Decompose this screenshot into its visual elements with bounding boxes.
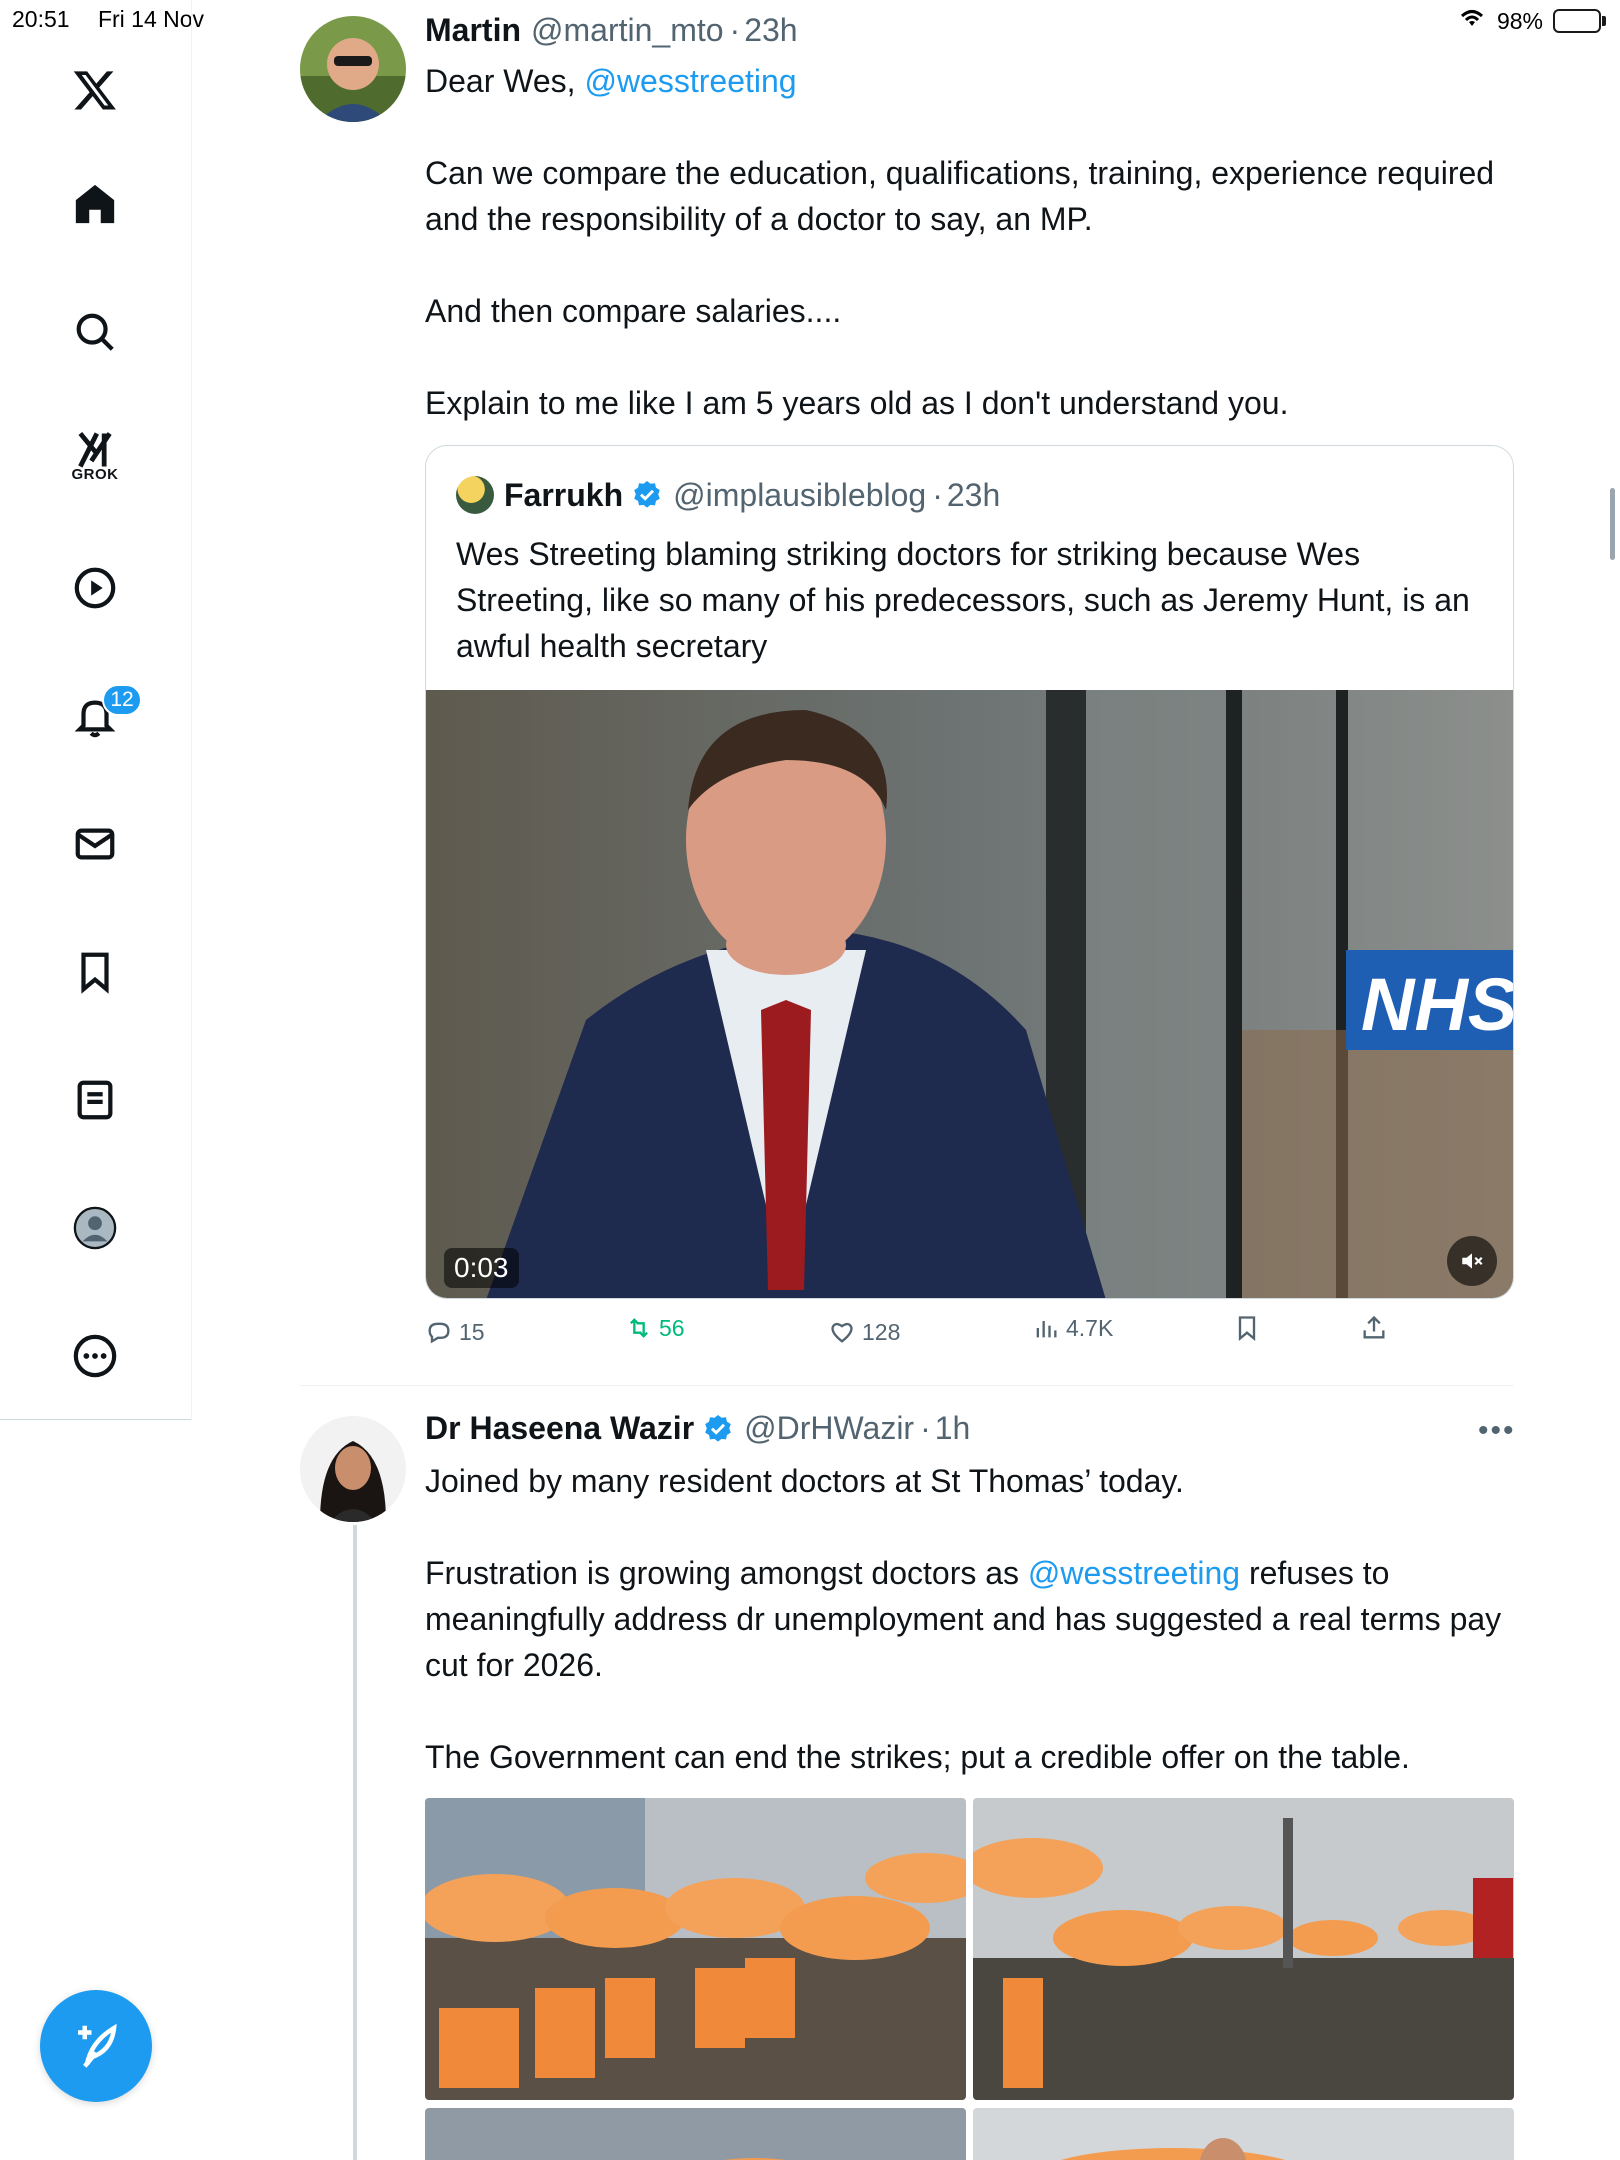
speaker-muted-icon [1462,1253,1483,1269]
views-button[interactable]: 4.7K [1032,1314,1113,1342]
bookmark-button[interactable] [1233,1314,1261,1342]
reply-button[interactable]: 15 [425,1318,485,1346]
battery-percent: 98% [1496,7,1543,34]
author-avatar-martin[interactable] [300,16,406,122]
photo-1[interactable] [425,1798,966,2100]
repost-button[interactable]: 56 [625,1314,685,1342]
tweet1-author-name[interactable]: Martin [425,12,521,49]
tweet2-author-handle[interactable]: @DrHWazir [744,1410,914,1447]
repost-arrows-icon [630,1318,648,1338]
quoted-author-handle[interactable]: @implausibleblog [673,477,926,514]
tweet2-paragraph-3: The Government can end the strikes; put … [425,1739,1410,1775]
heart-icon [831,1322,853,1343]
tweet2-separator: · [920,1410,931,1446]
repost-count: 56 [659,1314,685,1341]
tweet1-separator: · [729,12,741,48]
tweet1-paragraph-2: And then compare salaries.... [425,293,842,329]
photo-2[interactable] [973,1798,1514,2100]
tweet1-header: Martin @martin_mto · 23h [425,12,798,49]
quoted-time[interactable]: 23h [947,477,1000,514]
photo-4[interactable] [973,2108,1514,2160]
quoted-tweet-header: Farrukh @implausibleblog · 23h [456,476,1000,514]
tweet1-actions: 15 56 128 4.7K [425,1315,1525,1358]
tweet2-time[interactable]: 1h [935,1410,971,1447]
tweet1-time[interactable]: 23h [744,12,797,49]
tweet1-author-handle[interactable]: @martin_mto [531,12,724,49]
video-frame: NHS [426,690,1514,1298]
tweet-divider [300,1385,1514,1386]
bookmark-icon [1238,1316,1256,1341]
nhs-sign: NHS [1361,963,1514,1046]
wifi-icon [1457,6,1487,36]
tweet2-photo-grid [425,1798,1514,2160]
tweet1-paragraph-3: Explain to me like I am 5 years old as I… [425,385,1289,421]
views-count: 4.7K [1066,1314,1114,1341]
photo-3[interactable] [425,2108,966,2160]
views-chart-icon [1036,1321,1057,1338]
mute-toggle-button[interactable] [1447,1236,1497,1286]
verified-badge-icon [705,1414,731,1442]
status-bar-right: 98% [1457,6,1606,36]
tweet2-header: Dr Haseena Wazir @DrHWazir · 1h [425,1410,970,1447]
tweet2-mention-link[interactable]: @wesstreeting [1028,1555,1240,1591]
quoted-separator: · [932,476,943,513]
video-player[interactable]: NHS 0:03 [426,690,1514,1298]
share-button[interactable] [1360,1314,1388,1342]
quoted-tweet[interactable]: Farrukh @implausibleblog · 23h Wes Stree… [425,445,1514,1299]
reply-bubble-icon [428,1322,450,1344]
tweet2-paragraph-1: Joined by many resident doctors at St Th… [425,1463,1184,1499]
quoted-author-name[interactable]: Farrukh [504,477,623,514]
like-button[interactable]: 128 [828,1318,900,1346]
reply-count: 15 [459,1318,485,1345]
tweet1-mention-link[interactable]: @wesstreeting [584,63,796,99]
battery-icon [1553,9,1606,33]
compose-post-button[interactable] [40,1990,152,2102]
author-avatar-haseena[interactable] [300,1416,406,1522]
tweet2-paragraph-2-start: Frustration is growing amongst doctors a… [425,1555,1028,1591]
quoted-tweet-text: Wes Streeting blaming striking doctors f… [456,536,1470,664]
compose-feather-icon [78,2023,117,2068]
verified-badge-icon [634,481,660,508]
thread-connector-line [353,1525,357,2160]
tweet2-body: Joined by many resident doctors at St Th… [425,1458,1525,1780]
tweet2-more-options-icon[interactable]: ••• [1478,1414,1516,1448]
video-timestamp: 0:03 [444,1248,519,1288]
like-count: 128 [862,1318,901,1345]
tweet2-author-name[interactable]: Dr Haseena Wazir [425,1410,694,1447]
tweet1-greeting: Dear Wes, [425,63,585,99]
share-upload-icon [1363,1315,1385,1339]
tweet1-body: Dear Wes, @wesstreeting Can we compare t… [425,58,1525,426]
tweet1-paragraph-1: Can we compare the education, qualificat… [425,155,1495,237]
sidebar-lower [0,0,192,1420]
scrollbar-thumb[interactable] [1610,488,1615,560]
quoted-author-avatar[interactable] [456,476,494,514]
